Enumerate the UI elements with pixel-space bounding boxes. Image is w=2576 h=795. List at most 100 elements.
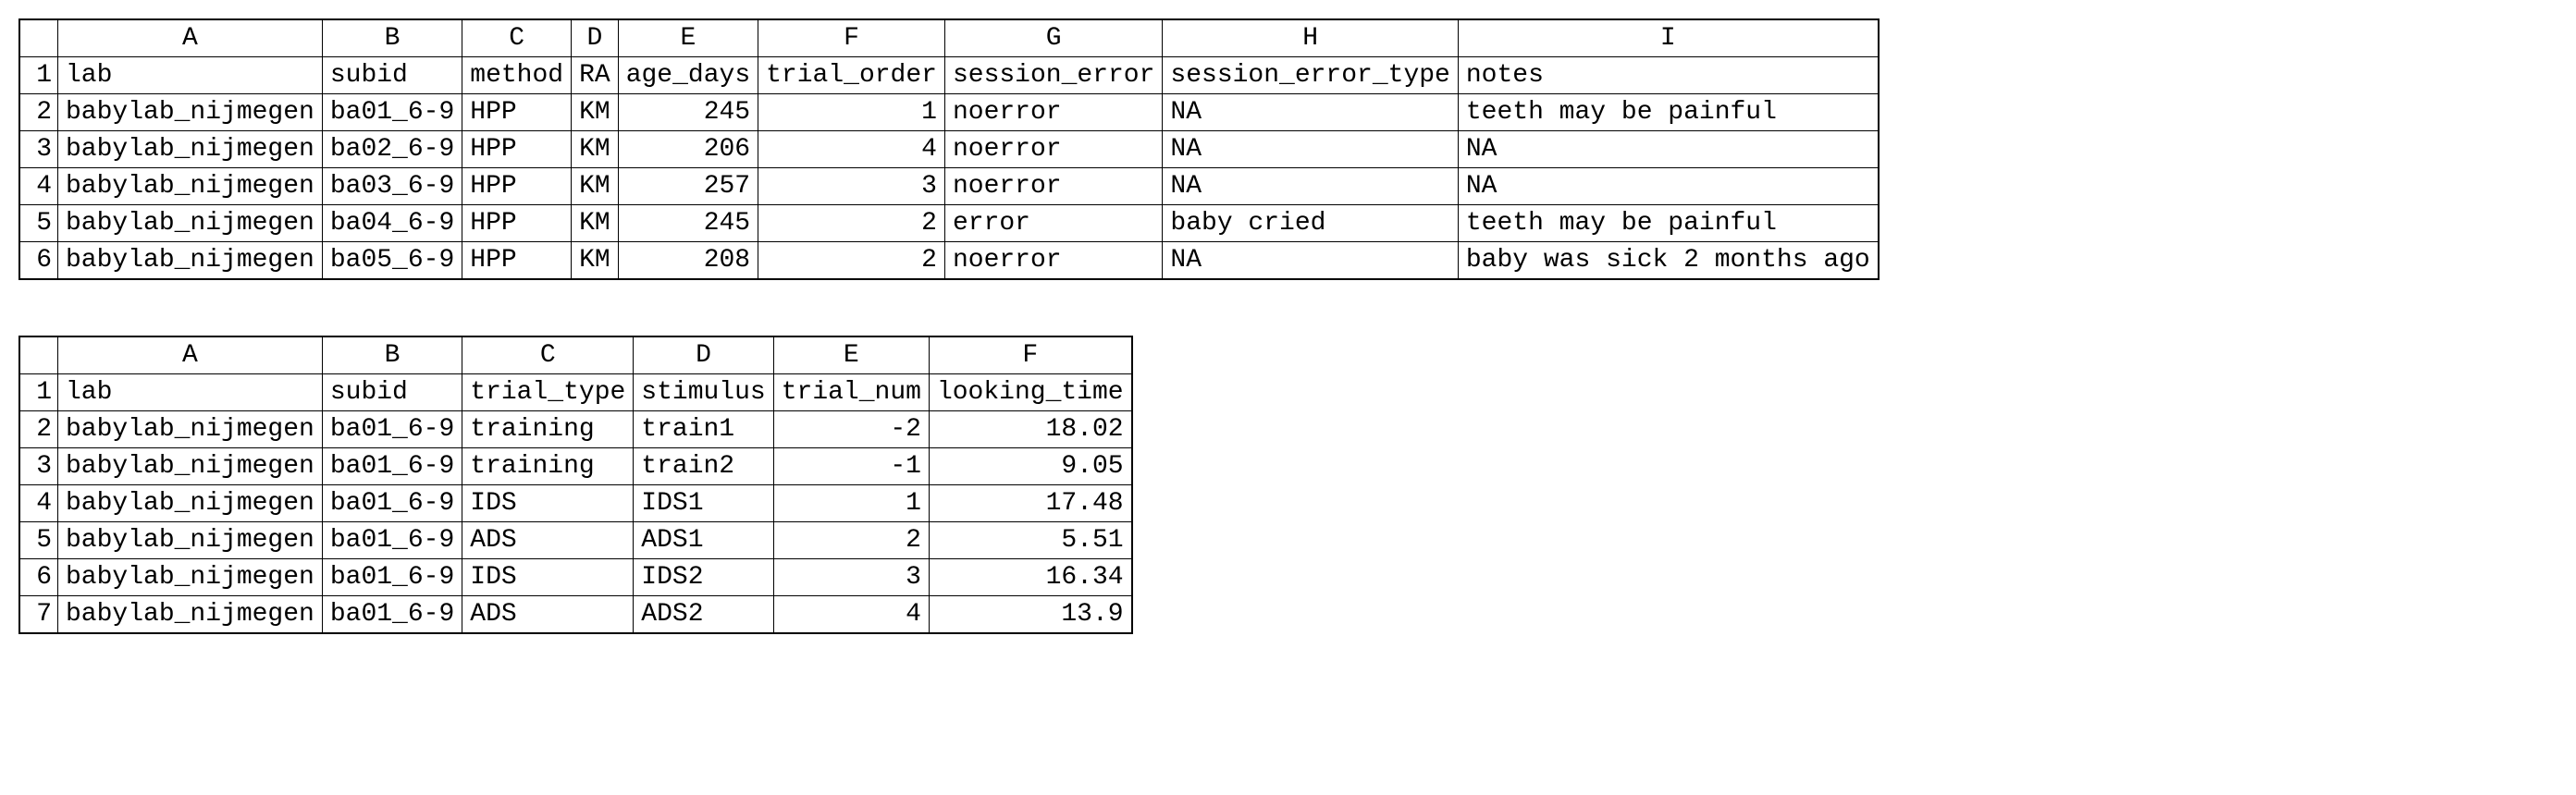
column-header[interactable]: D bbox=[634, 336, 773, 374]
cell[interactable]: subid bbox=[322, 374, 462, 411]
row-number[interactable]: 3 bbox=[19, 448, 58, 485]
cell[interactable]: noerror bbox=[944, 242, 1162, 280]
cell[interactable]: ba01_6-9 bbox=[322, 411, 462, 448]
cell[interactable]: NA bbox=[1458, 131, 1878, 168]
column-header[interactable]: C bbox=[462, 336, 634, 374]
column-header[interactable]: A bbox=[58, 336, 323, 374]
row-number[interactable]: 1 bbox=[19, 374, 58, 411]
cell[interactable]: ba01_6-9 bbox=[322, 485, 462, 522]
cell[interactable]: lab bbox=[58, 374, 323, 411]
cell[interactable]: teeth may be painful bbox=[1458, 205, 1878, 242]
column-header[interactable]: E bbox=[618, 19, 758, 57]
cell[interactable]: 2 bbox=[758, 205, 945, 242]
cell[interactable]: HPP bbox=[462, 168, 572, 205]
cell[interactable]: 17.48 bbox=[929, 485, 1131, 522]
column-header[interactable]: B bbox=[322, 19, 462, 57]
row-number[interactable]: 6 bbox=[19, 559, 58, 596]
cell[interactable]: notes bbox=[1458, 57, 1878, 94]
cell[interactable]: 2 bbox=[773, 522, 929, 559]
cell[interactable]: noerror bbox=[944, 94, 1162, 131]
cell[interactable]: 206 bbox=[618, 131, 758, 168]
cell[interactable]: stimulus bbox=[634, 374, 773, 411]
cell[interactable]: ADS bbox=[462, 596, 634, 634]
cell[interactable]: 4 bbox=[773, 596, 929, 634]
cell[interactable]: IDS bbox=[462, 485, 634, 522]
column-header[interactable]: D bbox=[572, 19, 619, 57]
cell[interactable]: session_error bbox=[944, 57, 1162, 94]
cell[interactable]: babylab_nijmegen bbox=[58, 485, 323, 522]
cell[interactable]: train2 bbox=[634, 448, 773, 485]
cell[interactable]: babylab_nijmegen bbox=[58, 411, 323, 448]
cell[interactable]: lab bbox=[58, 57, 323, 94]
cell[interactable]: HPP bbox=[462, 94, 572, 131]
cell[interactable]: HPP bbox=[462, 131, 572, 168]
cell[interactable]: NA bbox=[1163, 168, 1458, 205]
column-header[interactable]: C bbox=[462, 19, 572, 57]
cell[interactable]: babylab_nijmegen bbox=[58, 559, 323, 596]
cell[interactable]: ba03_6-9 bbox=[322, 168, 462, 205]
row-number[interactable]: 2 bbox=[19, 411, 58, 448]
cell[interactable]: HPP bbox=[462, 242, 572, 280]
cell[interactable]: babylab_nijmegen bbox=[58, 596, 323, 634]
cell[interactable]: babylab_nijmegen bbox=[58, 168, 323, 205]
cell[interactable]: ADS bbox=[462, 522, 634, 559]
cell[interactable]: HPP bbox=[462, 205, 572, 242]
cell[interactable]: babylab_nijmegen bbox=[58, 242, 323, 280]
column-header[interactable]: B bbox=[322, 336, 462, 374]
cell[interactable]: NA bbox=[1163, 242, 1458, 280]
cell[interactable]: training bbox=[462, 411, 634, 448]
column-header[interactable]: E bbox=[773, 336, 929, 374]
cell[interactable]: KM bbox=[572, 242, 619, 280]
cell[interactable]: 18.02 bbox=[929, 411, 1131, 448]
row-number[interactable]: 6 bbox=[19, 242, 58, 280]
cell[interactable]: trial_type bbox=[462, 374, 634, 411]
cell[interactable]: KM bbox=[572, 168, 619, 205]
cell[interactable]: 3 bbox=[773, 559, 929, 596]
cell[interactable]: 245 bbox=[618, 205, 758, 242]
cell[interactable]: subid bbox=[322, 57, 462, 94]
cell[interactable]: method bbox=[462, 57, 572, 94]
cell[interactable]: KM bbox=[572, 94, 619, 131]
row-number[interactable]: 4 bbox=[19, 168, 58, 205]
cell[interactable]: IDS1 bbox=[634, 485, 773, 522]
cell[interactable]: noerror bbox=[944, 131, 1162, 168]
row-number[interactable]: 2 bbox=[19, 94, 58, 131]
cell[interactable]: age_days bbox=[618, 57, 758, 94]
column-header[interactable]: I bbox=[1458, 19, 1878, 57]
row-number[interactable]: 5 bbox=[19, 205, 58, 242]
cell[interactable]: IDS bbox=[462, 559, 634, 596]
cell[interactable]: trial_num bbox=[773, 374, 929, 411]
cell[interactable]: 1 bbox=[758, 94, 945, 131]
cell[interactable]: 1 bbox=[773, 485, 929, 522]
cell[interactable]: ba01_6-9 bbox=[322, 559, 462, 596]
cell[interactable]: error bbox=[944, 205, 1162, 242]
cell[interactable]: ba01_6-9 bbox=[322, 94, 462, 131]
cell[interactable]: 2 bbox=[758, 242, 945, 280]
column-header[interactable]: A bbox=[58, 19, 323, 57]
cell[interactable]: IDS2 bbox=[634, 559, 773, 596]
row-number[interactable]: 4 bbox=[19, 485, 58, 522]
cell[interactable]: trial_order bbox=[758, 57, 945, 94]
row-number[interactable]: 1 bbox=[19, 57, 58, 94]
cell[interactable]: ADS1 bbox=[634, 522, 773, 559]
row-number[interactable]: 3 bbox=[19, 131, 58, 168]
row-number[interactable]: 7 bbox=[19, 596, 58, 634]
cell[interactable]: baby was sick 2 months ago bbox=[1458, 242, 1878, 280]
cell[interactable]: NA bbox=[1163, 131, 1458, 168]
cell[interactable]: ADS2 bbox=[634, 596, 773, 634]
cell[interactable]: babylab_nijmegen bbox=[58, 131, 323, 168]
cell[interactable]: babylab_nijmegen bbox=[58, 94, 323, 131]
cell[interactable]: looking_time bbox=[929, 374, 1131, 411]
cell[interactable]: 13.9 bbox=[929, 596, 1131, 634]
cell[interactable]: -1 bbox=[773, 448, 929, 485]
cell[interactable]: babylab_nijmegen bbox=[58, 448, 323, 485]
cell[interactable]: training bbox=[462, 448, 634, 485]
cell[interactable]: ba01_6-9 bbox=[322, 448, 462, 485]
column-header[interactable]: F bbox=[758, 19, 945, 57]
cell[interactable]: 16.34 bbox=[929, 559, 1131, 596]
cell[interactable]: 3 bbox=[758, 168, 945, 205]
column-header[interactable]: H bbox=[1163, 19, 1458, 57]
column-header[interactable]: G bbox=[944, 19, 1162, 57]
cell[interactable]: 245 bbox=[618, 94, 758, 131]
cell[interactable]: session_error_type bbox=[1163, 57, 1458, 94]
